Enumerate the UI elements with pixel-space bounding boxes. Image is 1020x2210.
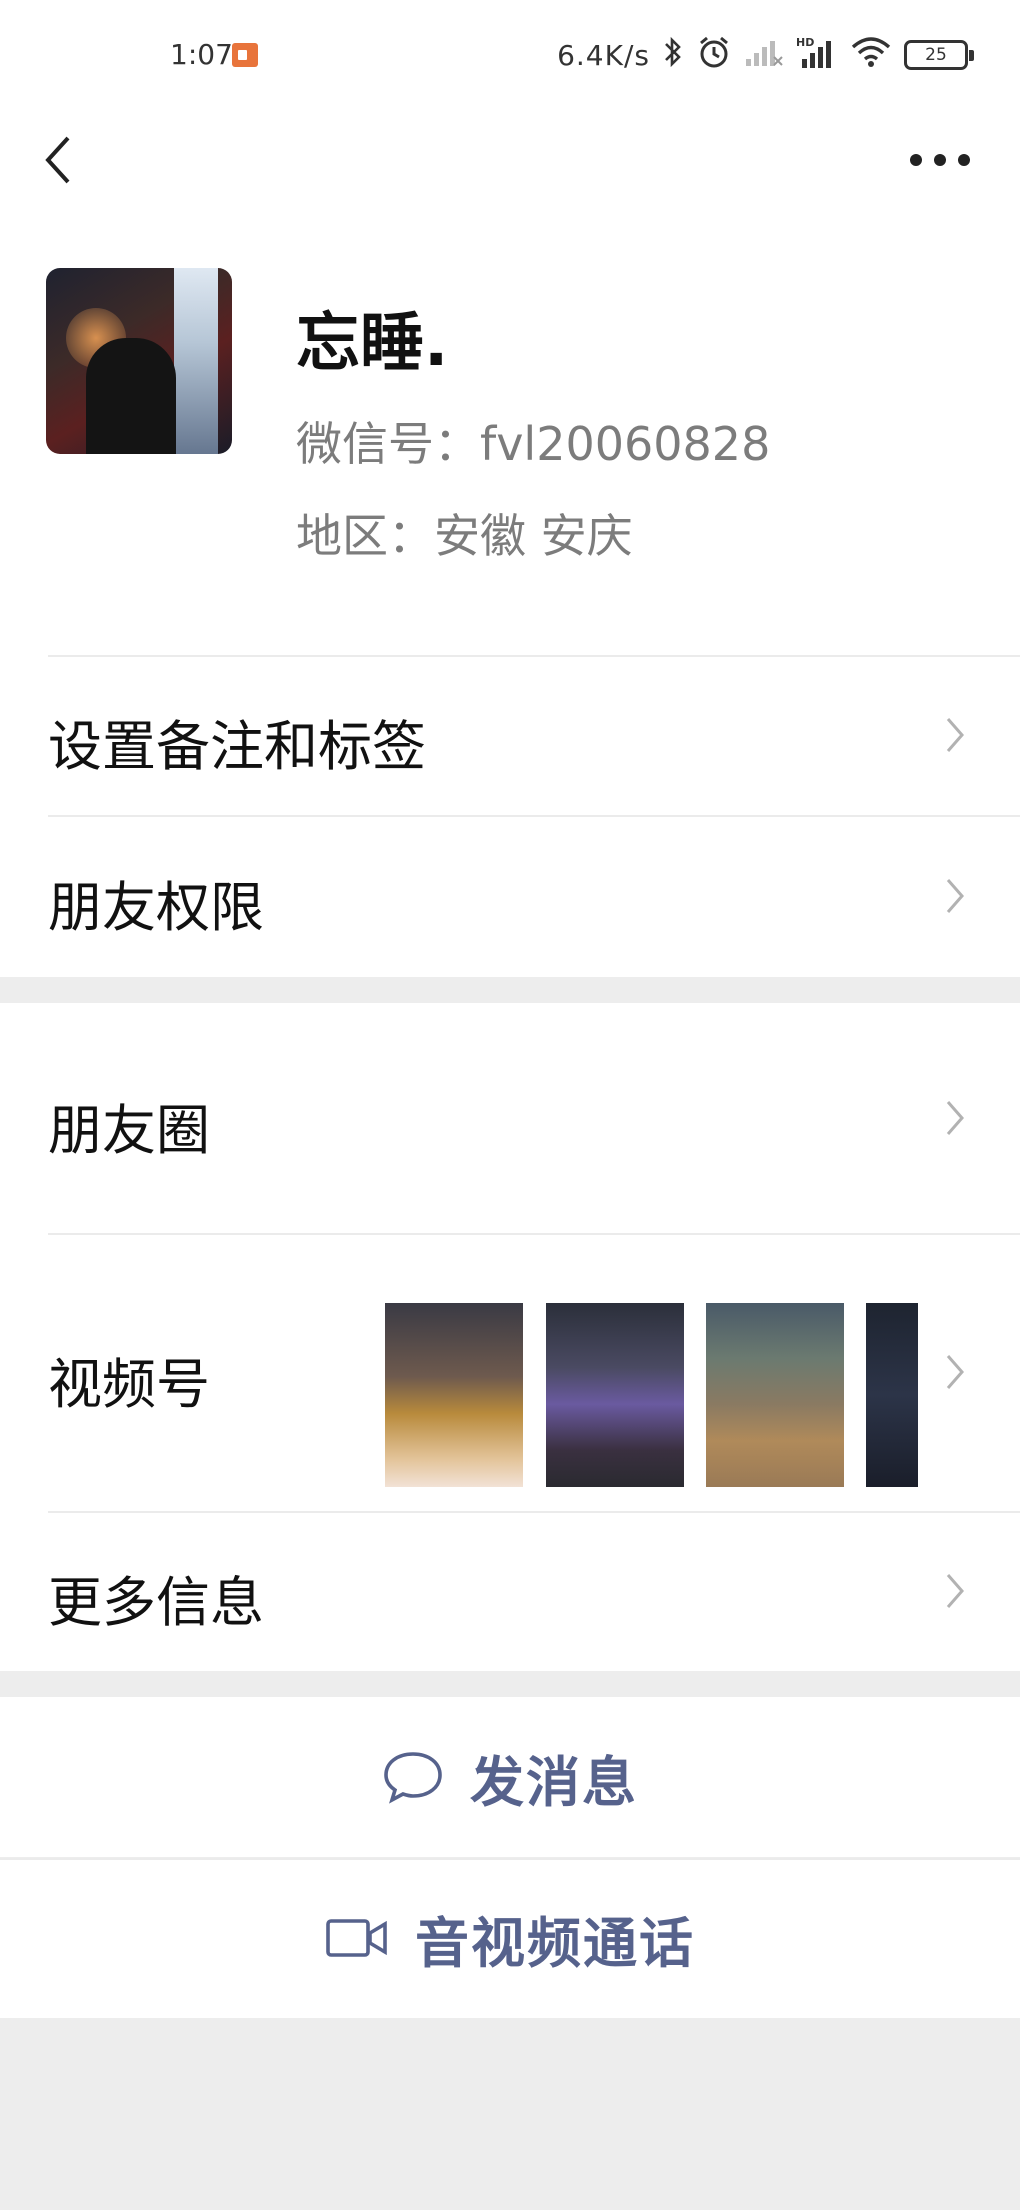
divider [48,815,1020,817]
row-moments[interactable]: 朋友圈 [0,1003,1020,1233]
signal-icon [744,37,784,73]
screen-record-icon [232,43,258,67]
video-call-button[interactable]: 音视频通话 [0,1858,1020,2018]
more-dots-icon [934,154,946,166]
alarm-icon [696,34,732,76]
chevron-left-icon [45,136,70,184]
send-message-button[interactable]: 发消息 [0,1697,1020,1857]
video-call-label: 音视频通话 [415,1911,695,1975]
wifi-icon [850,35,892,75]
channels-thumbnail[interactable] [706,1303,844,1487]
region: 地区：安徽 安庆 [296,509,633,563]
row-label: 朋友权限 [48,876,264,939]
hd-signal-icon: HD [796,35,838,75]
divider [48,655,1020,657]
divider [48,1233,1020,1235]
more-dots-icon [910,154,922,166]
row-remark-tags[interactable]: 设置备注和标签 [0,655,1020,815]
channels-thumbnail[interactable] [385,1303,523,1487]
row-label: 朋友圈 [48,1099,210,1162]
chevron-right-icon [946,1355,964,1389]
chevron-right-icon [946,1574,964,1608]
avatar[interactable] [46,268,232,454]
more-dots-icon [958,154,970,166]
chevron-right-icon [946,1101,964,1135]
chevron-right-icon [946,718,964,752]
channels-thumbnail[interactable] [866,1303,918,1487]
chevron-right-icon [946,879,964,913]
row-label: 更多信息 [48,1571,264,1634]
send-message-label: 发消息 [470,1750,638,1814]
battery-level: 25 [925,45,947,65]
row-channels[interactable]: 视频号 [0,1233,1020,1511]
more-button[interactable] [910,140,970,180]
row-label: 设置备注和标签 [48,715,426,778]
nav-bar [0,110,1020,210]
status-time: 1:07 [170,38,233,71]
status-bar: 1:07 6.4K/s HD 25 [0,0,1020,110]
svg-text:HD: HD [796,36,814,49]
video-camera-icon [326,1919,387,1957]
chat-bubble-icon [384,1752,442,1804]
row-friend-permissions[interactable]: 朋友权限 [0,815,1020,977]
wechat-id: 微信号：fvl20060828 [296,417,771,471]
back-button[interactable] [40,130,80,190]
battery-icon: 25 [904,40,974,70]
row-label: 视频号 [48,1353,210,1416]
nickname: 忘睡. [296,307,449,381]
net-speed: 6.4K/s [557,38,650,72]
divider [48,1511,1020,1513]
profile-header: 忘睡. 微信号：fvl20060828 地区：安徽 安庆 [0,210,1020,655]
status-icons: 6.4K/s HD 25 [557,34,974,76]
bluetooth-icon [662,35,684,75]
row-more-info[interactable]: 更多信息 [0,1511,1020,1671]
channels-thumbnail[interactable] [546,1303,684,1487]
